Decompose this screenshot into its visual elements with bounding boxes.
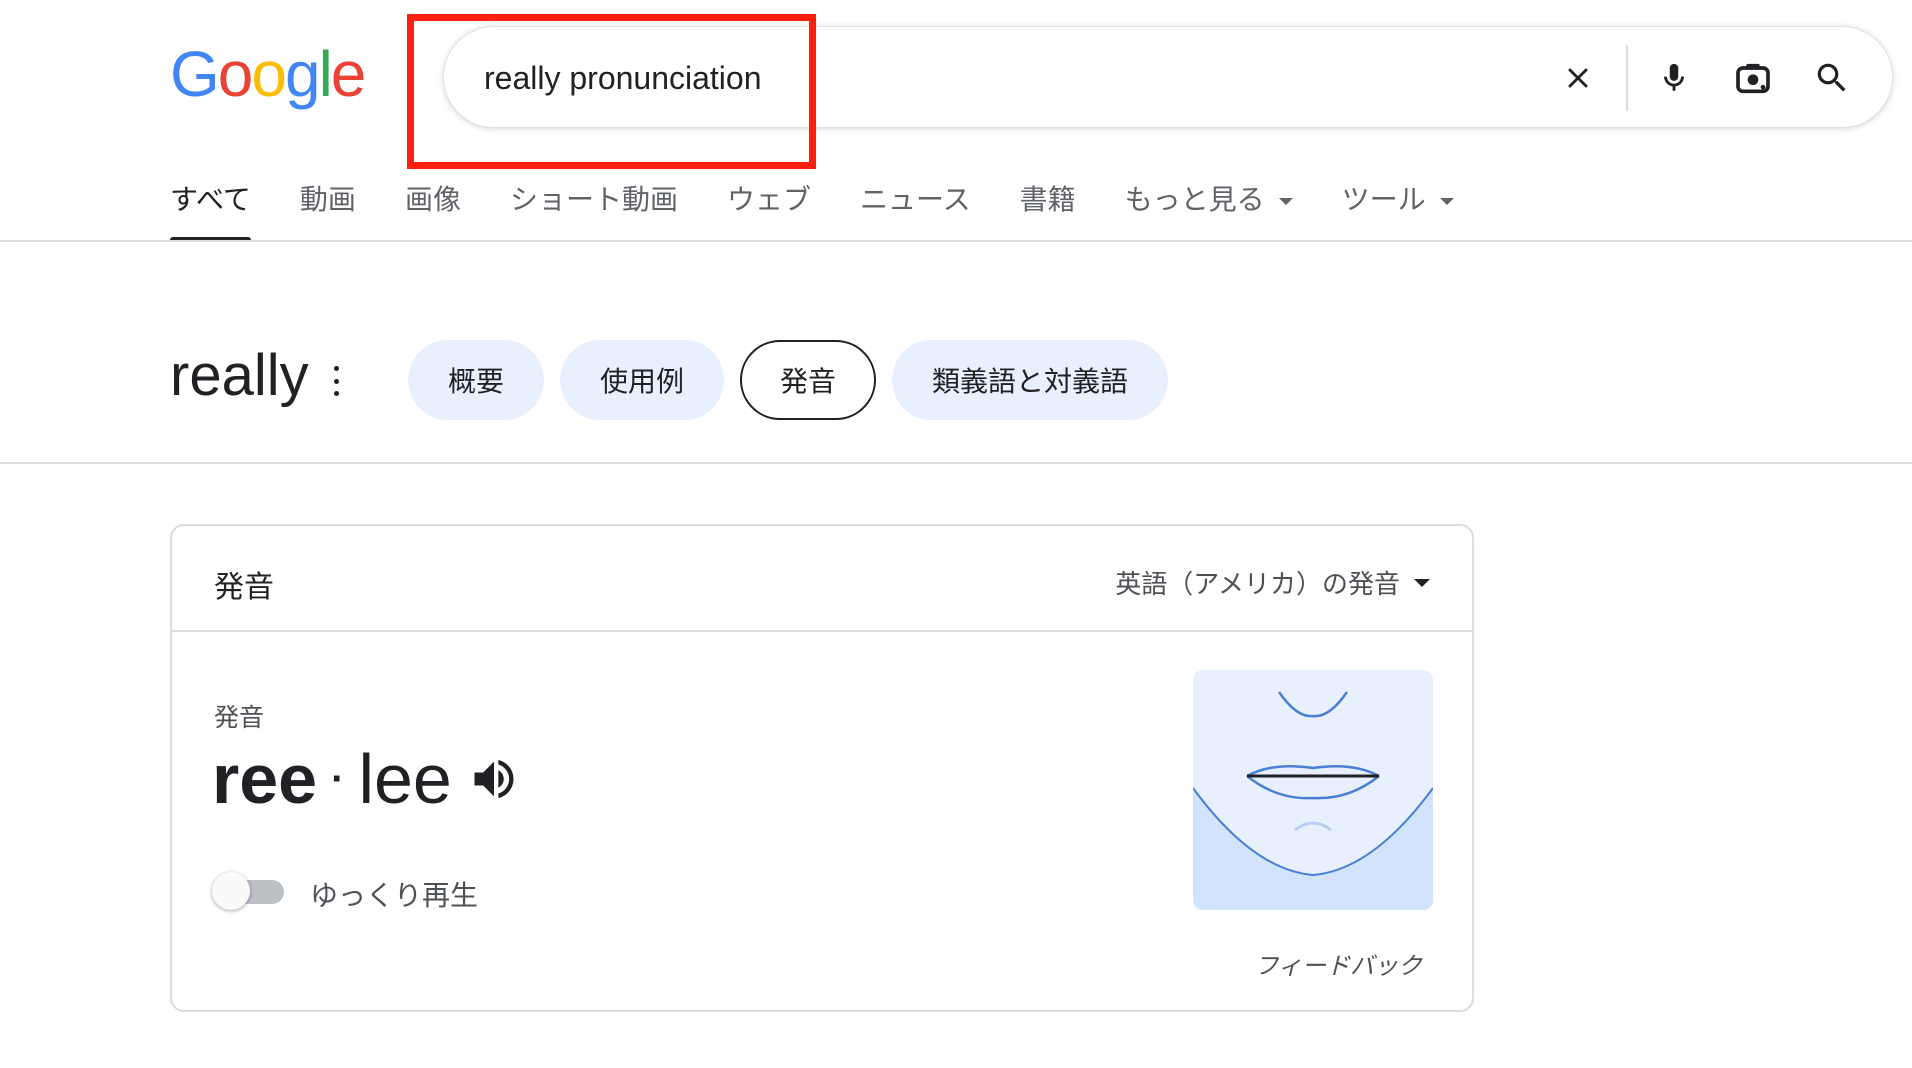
annotation-highlight-box bbox=[407, 14, 816, 169]
logo-letter: l bbox=[318, 38, 333, 110]
tab-label: 動画 bbox=[299, 184, 356, 215]
chip-label: 発音 bbox=[779, 366, 836, 397]
chip-examples[interactable]: 使用例 bbox=[560, 340, 724, 420]
tab-more[interactable]: もっと見る bbox=[1125, 172, 1293, 242]
tab-label: ショート動画 bbox=[509, 184, 678, 215]
tab-label: 書籍 bbox=[1019, 184, 1076, 215]
dialect-label: 英語（アメリカ）の発音 bbox=[1115, 569, 1400, 599]
chip-synonyms-antonyms[interactable]: 類義語と対義語 bbox=[892, 340, 1168, 420]
toggle-knob bbox=[212, 872, 250, 910]
logo-letter: g bbox=[284, 38, 321, 110]
pronunciation-label: 発音 bbox=[214, 704, 265, 732]
card-title: 発音 bbox=[214, 571, 274, 604]
search-tabs: すべて 動画 画像 ショート動画 ウェブ ニュース 書籍 もっと見る ツール bbox=[170, 172, 1503, 242]
slow-playback-toggle[interactable] bbox=[212, 870, 288, 910]
chevron-down-icon bbox=[1439, 198, 1454, 205]
chip-pronunciation[interactable]: 発音 bbox=[740, 340, 876, 420]
tab-tools[interactable]: ツール bbox=[1342, 172, 1454, 242]
tab-all[interactable]: すべて bbox=[170, 172, 251, 242]
search-divider bbox=[1626, 45, 1628, 111]
slow-playback-label: ゆっくり再生 bbox=[310, 880, 479, 911]
syllable: lee bbox=[358, 740, 452, 818]
microphone-icon[interactable] bbox=[1650, 54, 1698, 102]
section-divider bbox=[0, 462, 1912, 464]
tab-label: すべて bbox=[170, 184, 251, 215]
syllable-separator: · bbox=[331, 757, 345, 801]
close-icon[interactable] bbox=[1554, 54, 1602, 102]
tab-images[interactable]: 画像 bbox=[405, 172, 461, 242]
word-title: really bbox=[170, 343, 309, 408]
tab-label: ツール bbox=[1341, 184, 1426, 215]
tab-label: ニュース bbox=[859, 184, 971, 215]
tab-short-videos[interactable]: ショート動画 bbox=[510, 172, 678, 242]
tab-books[interactable]: 書籍 bbox=[1020, 172, 1076, 242]
google-logo[interactable]: Google bbox=[170, 38, 367, 110]
logo-letter: G bbox=[170, 38, 220, 110]
logo-letter: e bbox=[330, 38, 367, 110]
chip-label: 類義語と対義語 bbox=[931, 366, 1128, 397]
pronunciation-card: 発音 英語（アメリカ）の発音 発音 ree · lee ゆっくり再生 フィードバ… bbox=[170, 524, 1474, 1012]
dialect-dropdown[interactable]: 英語（アメリカ）の発音 bbox=[1115, 564, 1430, 601]
tab-videos[interactable]: 動画 bbox=[300, 172, 356, 242]
tab-web[interactable]: ウェブ bbox=[727, 172, 811, 242]
search-icon[interactable] bbox=[1808, 54, 1856, 102]
feedback-link[interactable]: フィードバック bbox=[1254, 946, 1422, 981]
tab-label: もっと見る bbox=[1124, 184, 1265, 215]
camera-lens-icon[interactable] bbox=[1729, 54, 1777, 102]
syllable-stressed: ree bbox=[212, 740, 318, 818]
card-header: 発音 英語（アメリカ）の発音 bbox=[172, 526, 1472, 632]
logo-letter: o bbox=[217, 38, 254, 110]
chip-label: 概要 bbox=[447, 366, 504, 397]
logo-letter: o bbox=[251, 38, 287, 110]
tab-label: 画像 bbox=[404, 184, 461, 215]
chip-overview[interactable]: 概要 bbox=[408, 340, 544, 420]
mouth-animation-image bbox=[1193, 670, 1433, 910]
more-options-icon[interactable] bbox=[326, 366, 346, 396]
tab-news[interactable]: ニュース bbox=[860, 172, 971, 242]
chevron-down-icon bbox=[1278, 198, 1293, 205]
tabs-divider bbox=[0, 240, 1912, 242]
speaker-icon[interactable] bbox=[468, 753, 520, 805]
tab-label: ウェブ bbox=[726, 184, 811, 215]
chevron-down-icon bbox=[1414, 578, 1430, 587]
pronunciation-spelling: ree · lee bbox=[212, 744, 520, 814]
chip-label: 使用例 bbox=[599, 366, 684, 397]
